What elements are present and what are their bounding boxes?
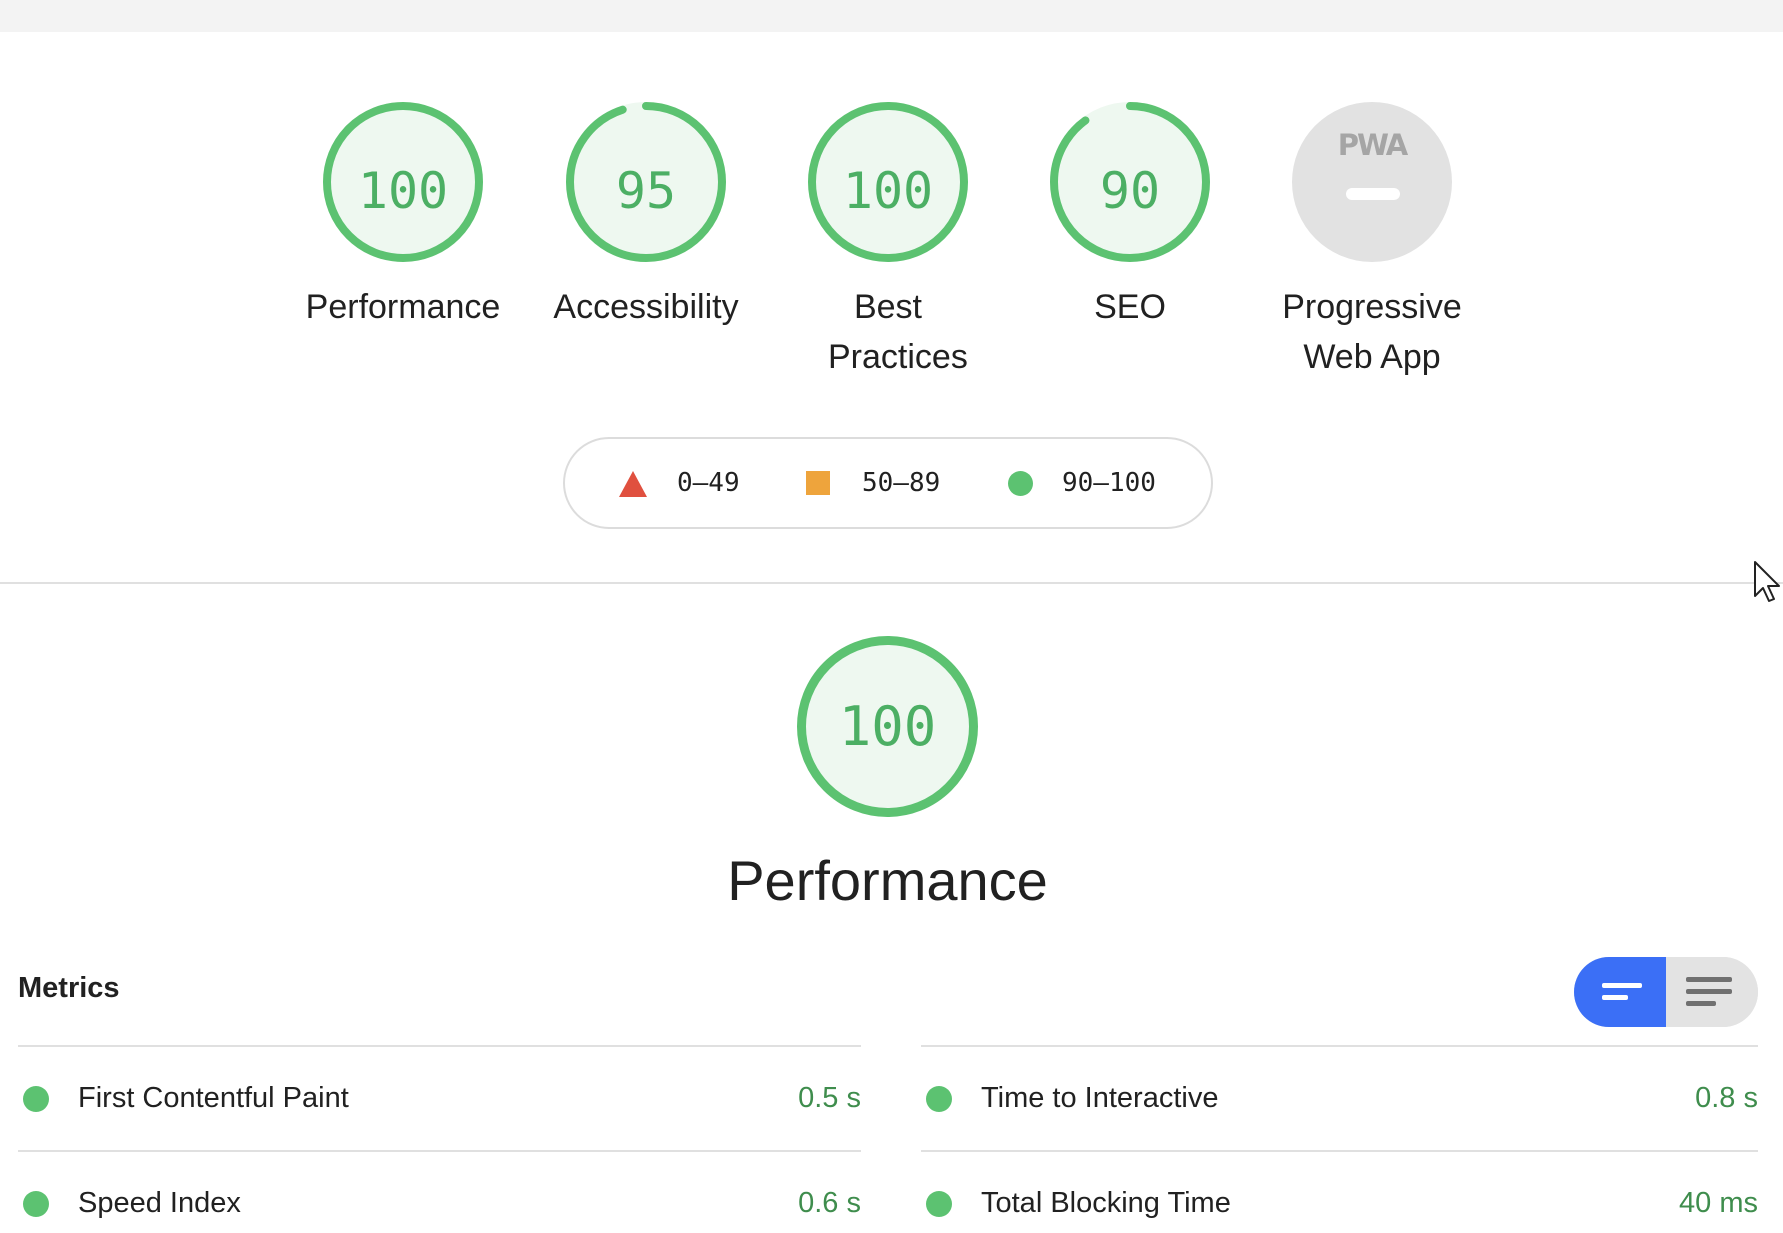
pass-dot-icon bbox=[23, 1191, 49, 1217]
gauge-score: 100 bbox=[842, 162, 934, 220]
legend-item-pass: 90–100 bbox=[1008, 439, 1188, 527]
metric-time-to-interactive: Time to Interactive 0.8 s bbox=[921, 1068, 1758, 1128]
expanded-view-button[interactable] bbox=[1666, 957, 1758, 1027]
legend-fail-label: 0–49 bbox=[677, 468, 740, 498]
metric-label: First Contentful Paint bbox=[78, 1082, 349, 1114]
gauge-label: Performance bbox=[305, 288, 501, 326]
metric-label: Speed Index bbox=[78, 1187, 241, 1219]
metrics-view-toggle[interactable] bbox=[1574, 957, 1758, 1027]
pwa-dash-icon bbox=[1346, 188, 1400, 200]
section-title: Performance bbox=[727, 849, 1048, 912]
metric-label: Total Blocking Time bbox=[981, 1187, 1231, 1219]
gauge-label: Best Practices bbox=[828, 288, 968, 376]
metric-value: 0.5 s bbox=[798, 1082, 861, 1114]
gauge-label: Progressive Web App bbox=[1282, 288, 1462, 376]
circle-icon bbox=[1008, 471, 1033, 496]
metric-first-contentful-paint: First Contentful Paint 0.5 s bbox=[18, 1068, 861, 1128]
gauge-performance[interactable]: 100 Performance bbox=[283, 100, 523, 332]
legend-pass-label: 90–100 bbox=[1062, 468, 1156, 498]
legend-item-fail: 0–49 bbox=[619, 439, 779, 527]
gauge-label: Accessibility bbox=[553, 288, 739, 326]
metric-label: Time to Interactive bbox=[981, 1082, 1219, 1114]
mouse-cursor-icon bbox=[1754, 561, 1780, 602]
legend-item-average: 50–89 bbox=[806, 439, 976, 527]
metrics-heading: Metrics bbox=[18, 972, 120, 1004]
list-icon bbox=[1602, 983, 1642, 988]
gauge-accessibility[interactable]: 95 Accessibility bbox=[526, 100, 766, 332]
divider bbox=[921, 1150, 1758, 1152]
gauge-best-practices[interactable]: 100 Best Practices bbox=[768, 100, 1008, 382]
divider bbox=[18, 1150, 861, 1152]
performance-section-gauge: 100 bbox=[795, 634, 980, 819]
pwa-badge-circle bbox=[1292, 102, 1452, 262]
section-divider bbox=[0, 582, 1783, 584]
compact-view-button[interactable] bbox=[1574, 957, 1666, 1027]
metric-value: 40 ms bbox=[1679, 1187, 1758, 1219]
gauge-score: 100 bbox=[357, 162, 449, 220]
gauge-score: 90 bbox=[1099, 162, 1161, 220]
metric-total-blocking-time: Total Blocking Time 40 ms bbox=[921, 1173, 1758, 1233]
pwa-logo-icon: PWA bbox=[1337, 128, 1408, 162]
square-icon bbox=[806, 471, 830, 495]
triangle-icon bbox=[619, 471, 647, 497]
score-legend: 0–49 50–89 90–100 bbox=[563, 437, 1213, 529]
legend-average-label: 50–89 bbox=[862, 468, 941, 498]
top-bar bbox=[0, 0, 1783, 32]
metric-speed-index: Speed Index 0.6 s bbox=[18, 1173, 861, 1233]
gauge-pwa[interactable]: PWA Progressive Web App bbox=[1252, 100, 1492, 382]
gauge-seo[interactable]: 90 SEO bbox=[1010, 100, 1250, 332]
pass-dot-icon bbox=[23, 1086, 49, 1112]
performance-score: 100 bbox=[838, 695, 937, 758]
divider bbox=[18, 1045, 861, 1047]
divider bbox=[921, 1045, 1758, 1047]
pass-dot-icon bbox=[926, 1191, 952, 1217]
pass-dot-icon bbox=[926, 1086, 952, 1112]
metric-value: 0.6 s bbox=[798, 1187, 861, 1219]
metric-value: 0.8 s bbox=[1695, 1082, 1758, 1114]
lines-icon bbox=[1686, 977, 1732, 982]
gauge-label: SEO bbox=[1094, 288, 1166, 326]
gauge-score: 95 bbox=[615, 162, 677, 220]
